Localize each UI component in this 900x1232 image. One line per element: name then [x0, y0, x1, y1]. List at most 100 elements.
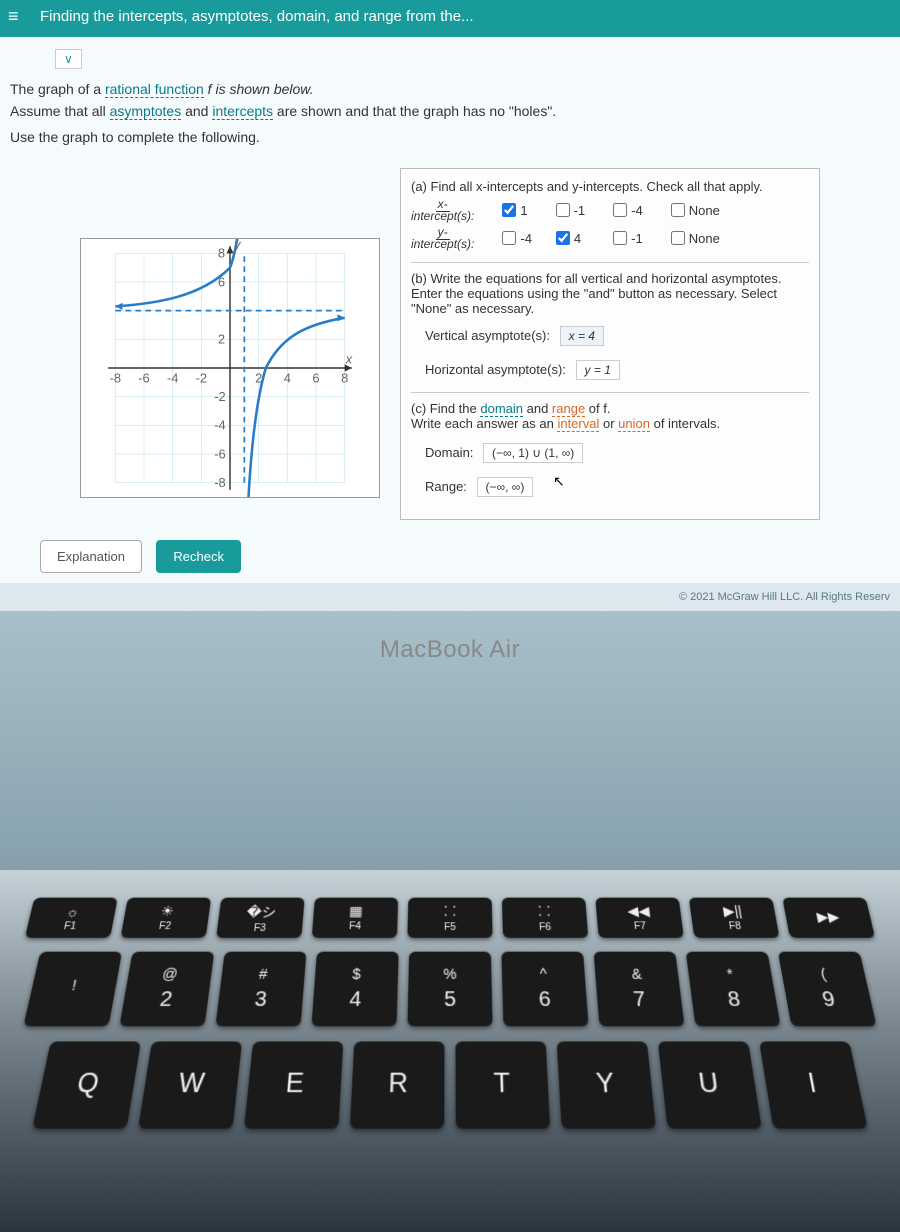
key-f6: ⸬F6	[502, 898, 588, 938]
range-label: Range:	[425, 479, 467, 494]
part-c-title: (c) Find the domain and range of f. Writ…	[411, 401, 809, 431]
key-f9: ▶▶	[782, 898, 875, 938]
key-f1: ☼F1	[25, 898, 118, 938]
main-content: -8 -6 -4 -2 2 4 6 8 2 6 8 -2 -4 -6 -8 x y (a) Find …	[0, 163, 900, 530]
y-int-opt-3[interactable]	[613, 231, 627, 245]
key-5: %5	[407, 952, 492, 1027]
svg-text:-2: -2	[214, 389, 225, 404]
rewind-icon: ◀◀	[627, 903, 651, 919]
x-int-opt-1[interactable]	[502, 203, 516, 217]
svg-text:-4: -4	[167, 370, 178, 385]
svg-text:8: 8	[341, 370, 348, 385]
x-int-opt-4[interactable]	[671, 203, 685, 217]
recheck-button[interactable]: Recheck	[156, 540, 241, 573]
keyboard-bright-icon: ⸬	[538, 902, 551, 920]
va-input[interactable]: x = 4	[560, 326, 604, 346]
part-c: (c) Find the domain and range of f. Writ…	[411, 401, 809, 497]
key-2: @2	[119, 952, 214, 1027]
mission-control-icon: �シ	[246, 902, 277, 921]
play-pause-icon: ▶||	[722, 903, 743, 919]
action-buttons: Explanation Recheck	[0, 530, 900, 583]
key-f3: �シF3	[216, 898, 305, 938]
brightness-up-icon: ☀	[160, 903, 175, 919]
link-intercepts[interactable]: intercepts	[212, 103, 273, 120]
svg-text:2: 2	[255, 370, 262, 385]
problem-statement: The graph of a rational function f is sh…	[0, 69, 900, 163]
keyboard-dim-icon: ⸬	[444, 902, 456, 920]
svg-text:6: 6	[218, 274, 225, 289]
svg-text:-8: -8	[110, 370, 121, 385]
answer-panel: (a) Find all x-intercepts and y-intercep…	[400, 168, 820, 520]
graph-plot: -8 -6 -4 -2 2 4 6 8 2 6 8 -2 -4 -6 -8 x y	[80, 238, 380, 498]
key-t: T	[455, 1041, 550, 1128]
x-int-opt-3[interactable]	[613, 203, 627, 217]
key-f8: ▶||F8	[689, 898, 780, 938]
key-f4: ▦F4	[312, 898, 398, 938]
part-b: (b) Write the equations for all vertical…	[411, 271, 809, 380]
forward-icon: ▶▶	[815, 908, 841, 924]
number-key-row: ! @2 #3 $4 %5 ^6 &7 *8 (9	[0, 952, 900, 1027]
brightness-down-icon: ☼	[65, 904, 81, 919]
domain-label: Domain:	[425, 445, 473, 460]
explanation-button[interactable]: Explanation	[40, 540, 142, 573]
svg-text:x: x	[345, 352, 353, 367]
svg-text:6: 6	[312, 370, 319, 385]
y-intercept-label: y- intercept(s):	[411, 226, 474, 250]
key-w: W	[138, 1041, 242, 1128]
key-4: $4	[311, 952, 398, 1027]
key-q: Q	[32, 1041, 141, 1128]
svg-text:-6: -6	[214, 446, 225, 461]
svg-text:-4: -4	[214, 418, 225, 433]
svg-text:y: y	[233, 239, 242, 252]
x-int-opt-2[interactable]	[556, 203, 570, 217]
svg-text:-6: -6	[138, 370, 149, 385]
key-7: &7	[594, 952, 685, 1027]
letter-key-row: Q W E R T Y U I	[0, 1041, 900, 1128]
key-e: E	[244, 1041, 343, 1128]
y-int-opt-2[interactable]	[556, 231, 570, 245]
key-r: R	[350, 1041, 445, 1128]
ha-label: Horizontal asymptote(s):	[425, 362, 566, 377]
part-b-title: (b) Write the equations for all vertical…	[411, 271, 809, 316]
ha-input[interactable]: y = 1	[576, 360, 620, 380]
key-f7: ◀◀F7	[595, 898, 684, 938]
svg-text:8: 8	[218, 246, 225, 261]
link-rational-function[interactable]: rational function	[105, 81, 204, 98]
svg-text:4: 4	[284, 370, 291, 385]
link-asymptotes[interactable]: asymptotes	[110, 103, 182, 120]
copyright-text: © 2021 McGraw Hill LLC. All Rights Reser…	[0, 583, 900, 611]
svg-text:-2: -2	[196, 370, 207, 385]
key-3: #3	[215, 952, 306, 1027]
svg-text:-8: -8	[214, 475, 225, 490]
key-6: ^6	[501, 952, 588, 1027]
header-title: Finding the intercepts, asymptotes, doma…	[40, 8, 474, 25]
domain-input[interactable]: (−∞, 1) ∪ (1, ∞)	[483, 443, 583, 463]
x-intercept-label: x- intercept(s):	[411, 198, 474, 222]
laptop-brand: MacBook Air	[0, 611, 900, 674]
svg-text:2: 2	[218, 332, 225, 347]
link-domain[interactable]: domain	[480, 401, 523, 417]
range-input[interactable]: (−∞, ∞)	[477, 477, 534, 497]
link-interval[interactable]: interval	[557, 416, 599, 432]
key-y: Y	[557, 1041, 656, 1128]
key-u: U	[658, 1041, 762, 1128]
cursor-icon: ↖	[553, 473, 565, 490]
function-key-row: ☼F1 ☀F2 �シF3 ▦F4 ⸬F5 ⸬F6 ◀◀F7 ▶||F8 ▶▶	[0, 898, 900, 938]
y-int-opt-4[interactable]	[671, 231, 685, 245]
key-9: (9	[778, 952, 877, 1027]
key-1: !	[23, 952, 122, 1027]
link-union[interactable]: union	[618, 416, 650, 432]
key-f5: ⸬F5	[407, 898, 492, 938]
va-label: Vertical asymptote(s):	[425, 328, 550, 343]
dropdown-toggle[interactable]: ∨	[55, 49, 82, 69]
link-range[interactable]: range	[552, 401, 585, 417]
key-i: I	[759, 1041, 868, 1128]
part-a-title: (a) Find all x-intercepts and y-intercep…	[411, 179, 809, 194]
menu-icon[interactable]: ≡	[8, 6, 19, 27]
key-8: *8	[686, 952, 781, 1027]
key-f2: ☀F2	[120, 898, 211, 938]
page-header: ≡ Finding the intercepts, asymptotes, do…	[0, 0, 900, 37]
y-int-opt-1[interactable]	[502, 231, 516, 245]
keyboard: ☼F1 ☀F2 �シF3 ▦F4 ⸬F5 ⸬F6 ◀◀F7 ▶||F8 ▶▶ !…	[0, 870, 900, 1232]
part-a: (a) Find all x-intercepts and y-intercep…	[411, 179, 809, 250]
